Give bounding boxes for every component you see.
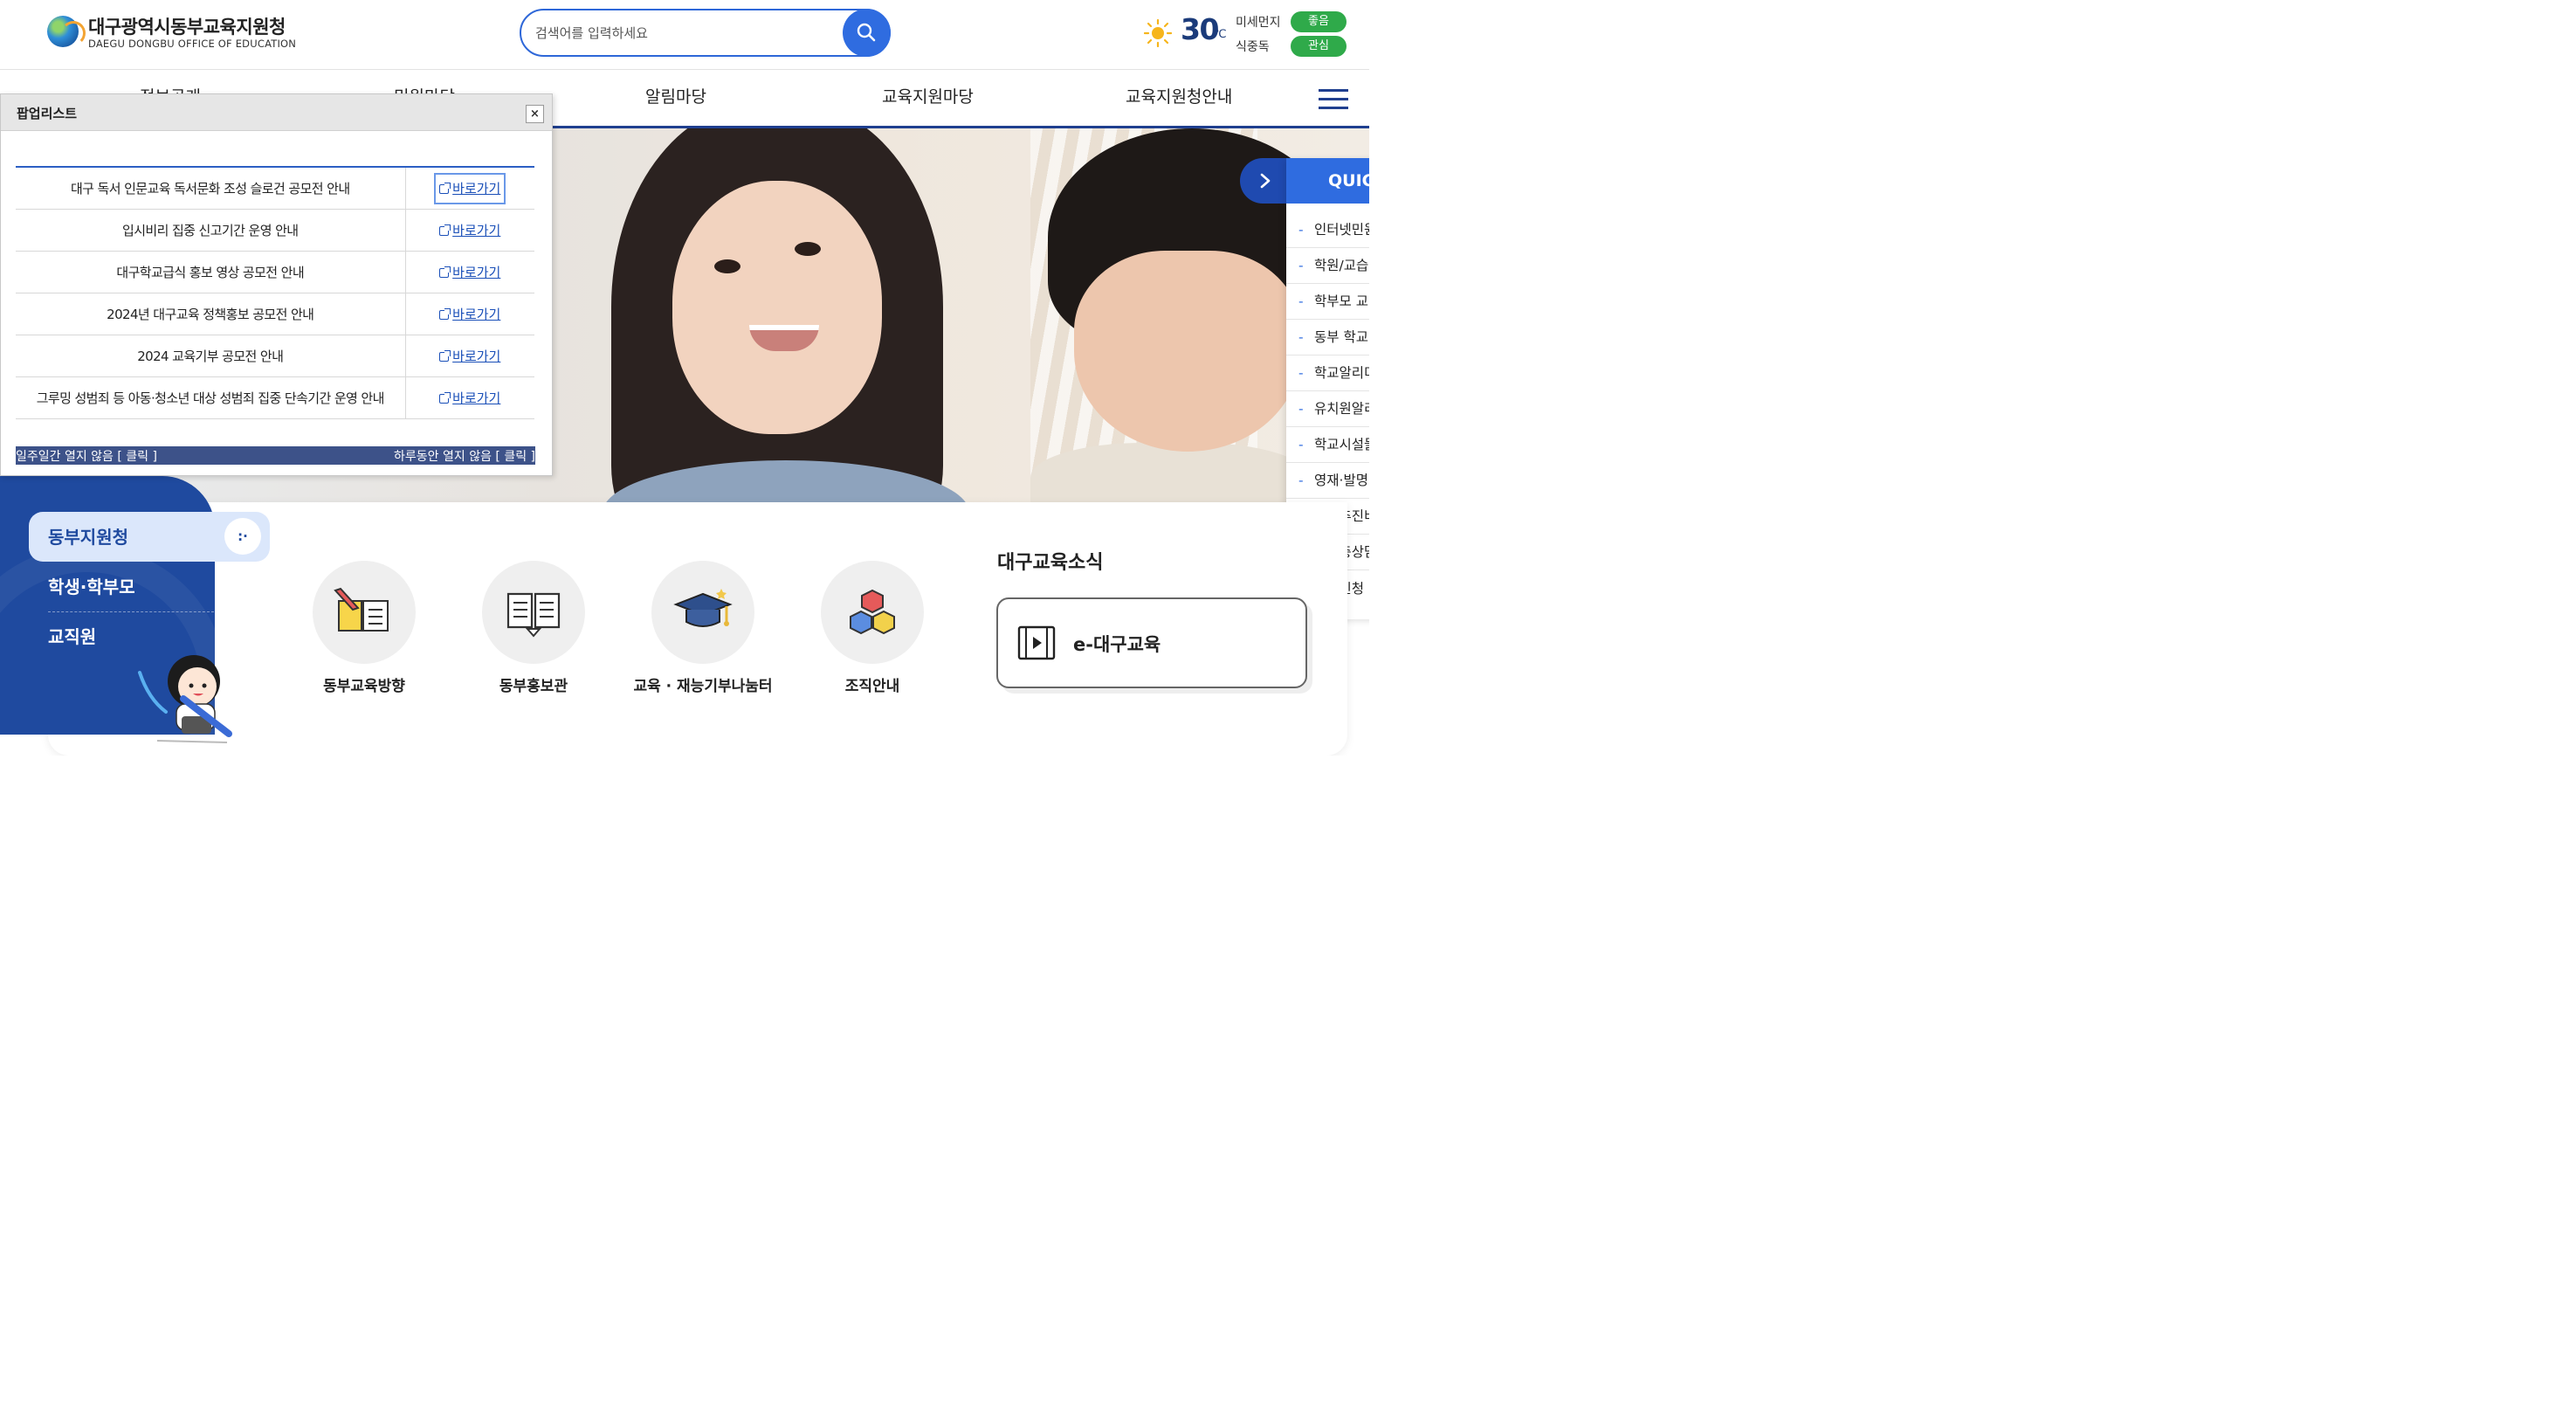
popup-header: 팝업리스트 × (1, 94, 552, 131)
go-link-label: 바로가기 (452, 306, 501, 322)
table-row: 그루밍 성범죄 등 아동·청소년 대상 성범죄 집중 단속기간 운영 안내 바로… (16, 376, 534, 419)
book-pencil-icon (334, 587, 389, 632)
table-row: 대구 독서 인문교육 독서문화 조성 슬로건 공모전 안내 바로가기 (16, 167, 534, 210)
quick-menu-title: QUICK (1286, 158, 1369, 204)
quick-item[interactable]: 학부모 교 (1286, 284, 1369, 320)
go-link-label: 바로가기 (452, 264, 501, 280)
popup-item-title: 대구 독서 인문교육 독서문화 조성 슬로건 공모전 안내 (16, 167, 406, 210)
quick-link-donation[interactable] (651, 561, 754, 664)
quick-menu-toggle[interactable] (1240, 158, 1292, 204)
quick-item[interactable]: 학교시설물 (1286, 427, 1369, 463)
popup-item-title: 2024년 대구교육 정책홍보 공모전 안내 (16, 293, 406, 335)
quick-item[interactable]: 영재·발명 (1286, 463, 1369, 499)
sun-icon (1144, 19, 1172, 47)
quick-link-pr[interactable] (482, 561, 585, 664)
go-link-label: 바로가기 (452, 390, 501, 406)
quick-item[interactable]: 동부 학교 (1286, 320, 1369, 356)
fine-dust-badge: 좋음 (1291, 11, 1347, 32)
go-link[interactable]: 바로가기 (437, 219, 502, 242)
chevron-right-icon (1260, 173, 1271, 189)
dots-icon[interactable]: :· (224, 518, 261, 555)
go-link-label: 바로가기 (452, 348, 501, 364)
go-link[interactable]: 바로가기 (437, 345, 502, 368)
external-link-icon (439, 307, 451, 320)
mascot-illustration (138, 655, 232, 743)
search-box (520, 9, 891, 57)
side-nav-active-label[interactable]: 동부지원청 (48, 523, 128, 549)
cubes-icon (850, 589, 895, 635)
side-nav-item-students[interactable]: 학생·학부모 (48, 573, 135, 598)
news-section-title: 대구교육소식 (997, 552, 1104, 574)
graduation-cap-icon (673, 589, 733, 627)
site-logo-english[interactable]: DAEGU DONGBU OFFICE OF EDUCATION (88, 38, 296, 50)
fine-dust-label: 미세먼지 (1236, 16, 1281, 30)
table-row: 입시비리 집중 신고기간 운영 안내 바로가기 (16, 209, 534, 252)
header: 대구광역시동부교육지원청 DAEGU DONGBU OFFICE OF EDUC… (0, 0, 1369, 70)
quick-link-label[interactable]: 동부홍보관 (482, 673, 585, 695)
popup-list-dialog: 팝업리스트 × 대구 독서 인문교육 독서문화 조성 슬로건 공모전 안내 바로… (0, 93, 553, 476)
nav-item-about[interactable]: 교육지원청안내 (1126, 84, 1232, 107)
temperature-unit: ℃ (1214, 28, 1227, 41)
divider (48, 611, 214, 612)
food-poisoning-label: 식중독 (1236, 40, 1270, 54)
logo-icon[interactable] (47, 16, 86, 47)
quick-item[interactable]: 학원/교습 (1286, 248, 1369, 284)
side-nav-item-staff[interactable]: 교직원 (48, 623, 96, 648)
quick-link-label[interactable]: 조직안내 (821, 673, 924, 695)
external-link-icon (439, 182, 451, 194)
quick-link-label[interactable]: 동부교육방향 (313, 673, 416, 695)
nav-item-notice[interactable]: 알림마당 (645, 84, 706, 107)
popup-item-title: 대구학교급식 홍보 영상 공모전 안내 (16, 251, 406, 293)
table-row: 2024년 대구교육 정책홍보 공모전 안내 바로가기 (16, 293, 534, 335)
quick-link-direction[interactable] (313, 561, 416, 664)
video-icon (1017, 625, 1056, 660)
food-poisoning-badge: 관심 (1291, 36, 1347, 57)
close-icon[interactable]: × (526, 105, 544, 123)
quick-item[interactable]: 학교알리미 (1286, 356, 1369, 391)
e-daegu-education-label: e-대구교육 (1073, 634, 1161, 655)
popup-item-title: 그루밍 성범죄 등 아동·청소년 대상 성범죄 집중 단속기간 운영 안내 (16, 376, 406, 419)
go-link[interactable]: 바로가기 (437, 303, 502, 326)
popup-title: 팝업리스트 (17, 106, 78, 121)
temperature-value: 30 (1181, 12, 1219, 46)
external-link-icon (439, 266, 451, 278)
open-book-icon (506, 592, 561, 638)
popup-item-title: 2024 교육기부 공모전 안내 (16, 335, 406, 377)
search-input[interactable] (535, 21, 832, 45)
external-link-icon (439, 349, 451, 362)
popup-table: 대구 독서 인문교육 독서문화 조성 슬로건 공모전 안내 바로가기 입시비리 … (16, 166, 534, 419)
e-daegu-education-button[interactable]: e-대구교육 (996, 597, 1307, 688)
popup-footer: 일주일간 열지 않음 [ 클릭 ] 하루동안 열지 않음 [ 클릭 ] (16, 446, 535, 465)
popup-item-title: 입시비리 집중 신고기간 운영 안내 (16, 209, 406, 252)
nav-item-support[interactable]: 교육지원마당 (882, 84, 974, 107)
search-icon (857, 23, 876, 42)
go-link-label: 바로가기 (452, 222, 501, 238)
table-row: 2024 교육기부 공모전 안내 바로가기 (16, 335, 534, 377)
search-button[interactable] (843, 9, 891, 57)
external-link-icon (439, 391, 451, 404)
close-for-week-button[interactable]: 일주일간 열지 않음 [ 클릭 ] (16, 447, 157, 465)
go-link[interactable]: 바로가기 (437, 261, 502, 284)
go-link[interactable]: 바로가기 (437, 387, 502, 410)
quick-link-organization[interactable] (821, 561, 924, 664)
quick-link-label[interactable]: 교육 · 재능기부나눔터 (611, 673, 795, 695)
site-logo-korean[interactable]: 대구광역시동부교육지원청 (88, 13, 286, 39)
page: 대구광역시동부교육지원청 DAEGU DONGBU OFFICE OF EDUC… (0, 0, 1369, 756)
quick-item[interactable]: 인터넷민원 (1286, 212, 1369, 248)
menu-icon[interactable] (1319, 89, 1348, 110)
go-link-label: 바로가기 (452, 180, 501, 197)
go-link[interactable]: 바로가기 (434, 172, 506, 204)
quick-item[interactable]: 유치원알리 (1286, 391, 1369, 427)
table-row: 대구학교급식 홍보 영상 공모전 안내 바로가기 (16, 251, 534, 293)
external-link-icon (439, 224, 451, 236)
close-for-day-button[interactable]: 하루동안 열지 않음 [ 클릭 ] (394, 447, 535, 465)
